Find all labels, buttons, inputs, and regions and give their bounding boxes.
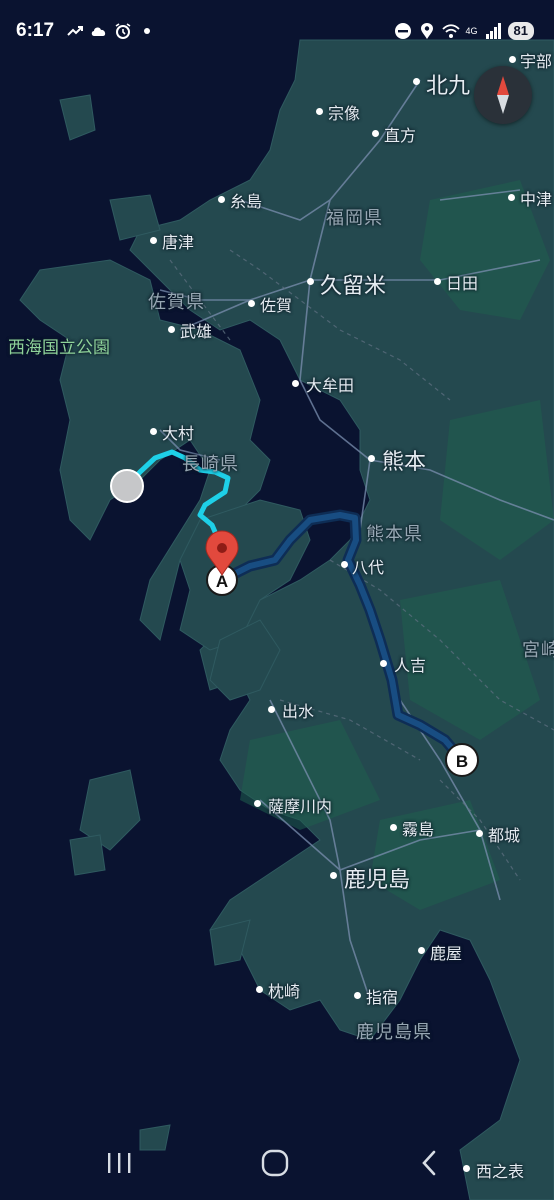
network-type: 4G (465, 25, 478, 36)
map-city-dot (372, 130, 379, 137)
map-city-dot (413, 78, 420, 85)
map-city-dot (150, 237, 157, 244)
recents-icon (108, 1153, 131, 1173)
map-label-kirishima: 霧島 (402, 820, 435, 839)
map-label-hitoyoshi: 人吉 (394, 656, 427, 675)
marker-b-letter: B (456, 752, 468, 771)
map-label-satsumasendai: 薩摩川内 (268, 797, 333, 816)
status-icons-right: 4G 81 (394, 22, 534, 40)
trending-icon (67, 26, 83, 36)
compass-icon (497, 76, 509, 114)
compass-button[interactable] (474, 66, 532, 124)
location-icon (420, 23, 433, 39)
map-label-saikai-park: 西海国立公園 (8, 338, 110, 358)
alarm-icon (115, 23, 131, 39)
recents-button[interactable] (100, 1148, 140, 1178)
map-city-dot (330, 872, 337, 879)
map-city-dot (254, 800, 261, 807)
map-city-dot (150, 428, 157, 435)
battery-icon: 81 (507, 22, 534, 40)
map-city-dot (390, 824, 397, 831)
home-button[interactable] (255, 1148, 295, 1178)
dot-icon (144, 28, 150, 34)
map-city-dot (380, 660, 387, 667)
map-label-kurume: 久留米 (320, 274, 387, 299)
map-label-kitakyushu: 北九 (426, 74, 471, 99)
map-city-dot (418, 947, 425, 954)
map-city-dot (341, 561, 348, 568)
map-city-dot (168, 326, 175, 333)
map-city-dot (476, 830, 483, 837)
status-bar: 6:17 4G 81 (0, 0, 554, 66)
map-city-dot (248, 300, 255, 307)
map-label-itoshima: 糸島 (230, 192, 263, 211)
status-icons-left (66, 22, 156, 40)
map-city-dot (307, 278, 314, 285)
map-city-dot (434, 278, 441, 285)
map-label-omuta: 大牟田 (306, 376, 355, 395)
map-label-izumi: 出水 (282, 702, 315, 721)
map-label-kanoya: 鹿屋 (430, 944, 463, 963)
signal-icon (485, 23, 501, 39)
origin-dot (110, 469, 144, 503)
map-label-hita: 日田 (446, 274, 479, 293)
map-label-ibusuki: 指宿 (366, 988, 399, 1007)
map-city-dot (508, 194, 515, 201)
map-label-nagasaki-pref: 長崎県 (182, 454, 239, 475)
map-label-omura: 大村 (162, 424, 195, 443)
map-city-dot (316, 108, 323, 115)
map-label-kagoshima: 鹿児島 (344, 868, 411, 893)
map-city-dot (218, 196, 225, 203)
map-label-kumamoto: 熊本 (382, 450, 427, 475)
map-label-kagoshima-pref: 鹿児島県 (356, 1022, 432, 1043)
map-city-dot (268, 706, 275, 713)
map-canvas[interactable]: A B (0, 0, 554, 1200)
map-city-dot (256, 986, 263, 993)
cloud-icon (91, 27, 106, 36)
wifi-icon (441, 24, 460, 38)
map-label-makurazaki: 枕崎 (268, 982, 301, 1001)
system-navigation-bar (0, 1130, 554, 1200)
map-label-nogata: 直方 (384, 126, 417, 145)
map-label-saga-pref: 佐賀県 (148, 292, 205, 313)
map-city-dot (354, 992, 361, 999)
map-label-takeo: 武雄 (180, 322, 213, 341)
marker-b: B (445, 743, 479, 777)
map-label-yatsushiro: 八代 (352, 558, 385, 577)
status-time: 6:17 (16, 20, 55, 41)
map-city-dot (292, 380, 299, 387)
map-label-nakatsu: 中津 (520, 190, 553, 209)
back-icon (422, 1150, 436, 1176)
map-label-munakata: 宗像 (328, 104, 361, 123)
map-label-saga: 佐賀 (260, 296, 293, 315)
map-label-miyakonojo: 都城 (488, 826, 521, 845)
dnd-icon (394, 23, 411, 39)
map-city-dot (368, 455, 375, 462)
map-label-fukuoka-pref: 福岡県 (326, 208, 383, 229)
map-label-karatsu: 唐津 (162, 233, 195, 252)
back-button[interactable] (410, 1148, 450, 1178)
map-label-kumamoto-pref: 熊本県 (366, 524, 423, 545)
home-icon (261, 1149, 289, 1177)
map-label-miyazaki: 宮崎 (522, 640, 554, 661)
